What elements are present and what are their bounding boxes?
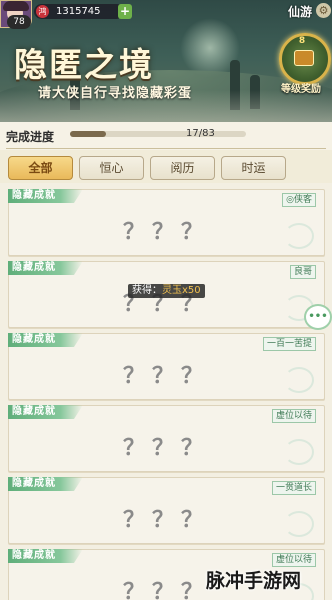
- watermark: 脉冲手游网: [206, 570, 302, 592]
- achievement-card[interactable]: 隐藏成就 虚位以待 ？？？: [8, 405, 325, 472]
- cloud-swirl-icon: [284, 367, 314, 393]
- chat-bubble-icon[interactable]: •••: [304, 304, 332, 330]
- achievement-hint: 虚位以待: [271, 409, 316, 423]
- treasure-chest-icon: [294, 50, 314, 66]
- achievement-card[interactable]: 隐藏成就 ◎侠客 ？？？: [8, 189, 325, 256]
- hidden-achievement-tag: 隐藏成就: [8, 549, 83, 563]
- reward-count: 8: [298, 36, 306, 46]
- hidden-achievement-tag: 隐藏成就: [8, 189, 83, 203]
- avatar-hair: [3, 1, 29, 11]
- achievement-hint: 一贯道长: [271, 481, 316, 495]
- achievement-hint: 良哥: [289, 265, 316, 279]
- achievement-hint: ◎侠客: [282, 193, 316, 207]
- tooltip-item: 灵玉x50: [162, 285, 201, 296]
- currency-value: 1315745: [56, 6, 101, 17]
- hint-icon: ◎: [286, 195, 294, 205]
- tooltip-prefix: 获得：: [132, 285, 162, 296]
- hidden-content: ？？？: [122, 508, 210, 533]
- tab-fortune[interactable]: 时运: [221, 156, 286, 180]
- hidden-achievement-tag: 隐藏成就: [8, 261, 83, 275]
- server-name: 仙游: [288, 5, 313, 19]
- hidden-content: ？？？: [122, 364, 210, 389]
- hidden-achievement-tag: 隐藏成就: [8, 477, 83, 491]
- reward-label: 等级奖励: [281, 84, 321, 95]
- progress-text: 17/83: [186, 128, 215, 139]
- achievement-hint: 虚位以待: [271, 553, 316, 567]
- achievement-card[interactable]: 隐藏成就 一贯道长 ？？？: [8, 477, 325, 544]
- tab-perseverance[interactable]: 恒心: [79, 156, 144, 180]
- progress-fill: [70, 131, 107, 137]
- divider: [6, 148, 326, 149]
- achievement-list[interactable]: 隐藏成就 ◎侠客 ？？？ 隐藏成就 良哥 ？？？ 隐藏成就 一百一苦提 ？？？ …: [0, 183, 332, 600]
- cloud-swirl-icon: [284, 439, 314, 465]
- tab-all[interactable]: 全部: [8, 156, 73, 180]
- add-currency-button[interactable]: +: [118, 4, 132, 19]
- gear-icon[interactable]: ⚙: [316, 3, 331, 18]
- hidden-content: ？？？: [122, 220, 210, 245]
- reward-tooltip: 获得：灵玉x50: [128, 284, 205, 298]
- tab-experience[interactable]: 阅历: [150, 156, 215, 180]
- hidden-achievement-tag: 隐藏成就: [8, 333, 83, 347]
- currency-icon: 鸿: [36, 5, 49, 18]
- page-title: 隐匿之境: [14, 45, 154, 84]
- achievement-hint: 一百一苦提: [262, 337, 316, 351]
- progress-label: 完成进度: [6, 130, 55, 144]
- page-subtitle: 请大侠自行寻找隐藏彩蛋: [38, 86, 193, 101]
- hidden-achievement-tag: 隐藏成就: [8, 405, 83, 419]
- cloud-swirl-icon: [284, 223, 314, 249]
- player-level-badge: 78: [7, 15, 31, 29]
- cloud-swirl-icon: [284, 511, 314, 537]
- achievement-card[interactable]: 隐藏成就 一百一苦提 ？？？: [8, 333, 325, 400]
- hidden-content: ？？？: [122, 436, 210, 461]
